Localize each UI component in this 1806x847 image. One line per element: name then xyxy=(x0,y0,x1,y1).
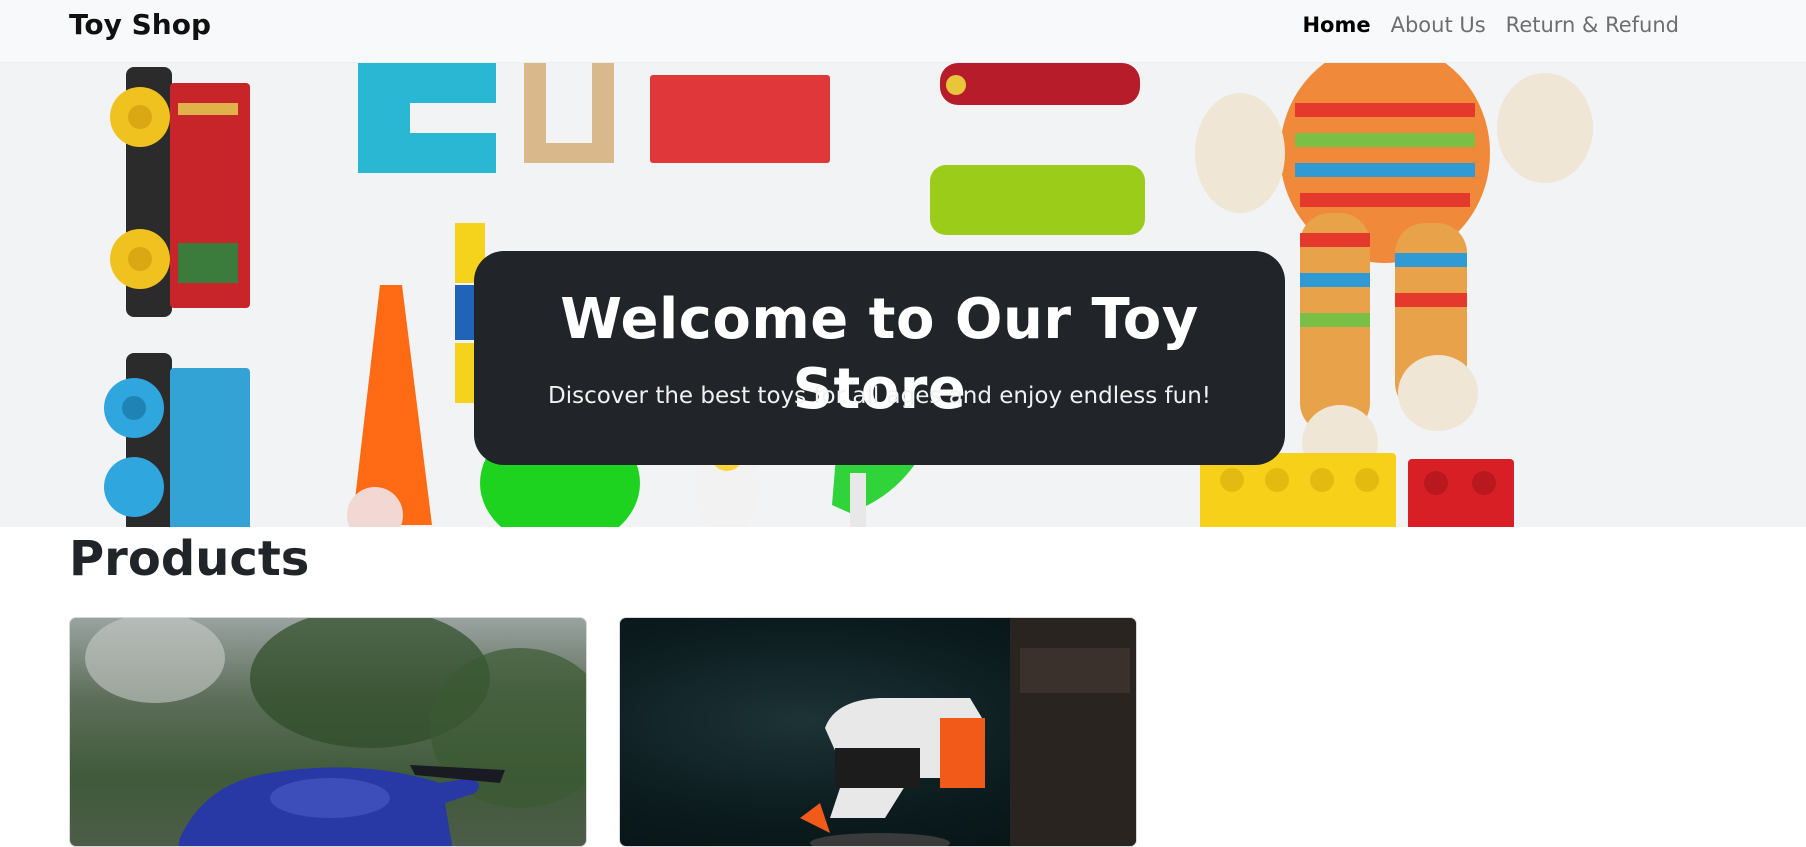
product-image-nerf-blaster xyxy=(800,618,1136,846)
nav-link-about-us[interactable]: About Us xyxy=(1391,10,1486,40)
nav-link-home[interactable]: Home xyxy=(1302,10,1370,40)
navbar: Toy Shop Home About Us Return & Refund xyxy=(0,0,1806,63)
product-image-toy-car xyxy=(85,618,586,846)
nav-links: Home About Us Return & Refund xyxy=(1302,10,1679,40)
brand-logo-link[interactable]: Toy Shop xyxy=(69,8,211,42)
hero-banner: Welcome to Our Toy Store Discover the be… xyxy=(0,63,1806,527)
product-card-nerf-blaster[interactable] xyxy=(619,617,1137,847)
nav-link-return-refund[interactable]: Return & Refund xyxy=(1506,10,1679,40)
product-card-toy-car[interactable] xyxy=(69,617,587,847)
hero-subtitle: Discover the best toys for all ages and … xyxy=(547,383,1211,409)
hero-welcome-card: Welcome to Our Toy Store Discover the be… xyxy=(474,251,1285,465)
products-heading: Products xyxy=(69,531,310,587)
